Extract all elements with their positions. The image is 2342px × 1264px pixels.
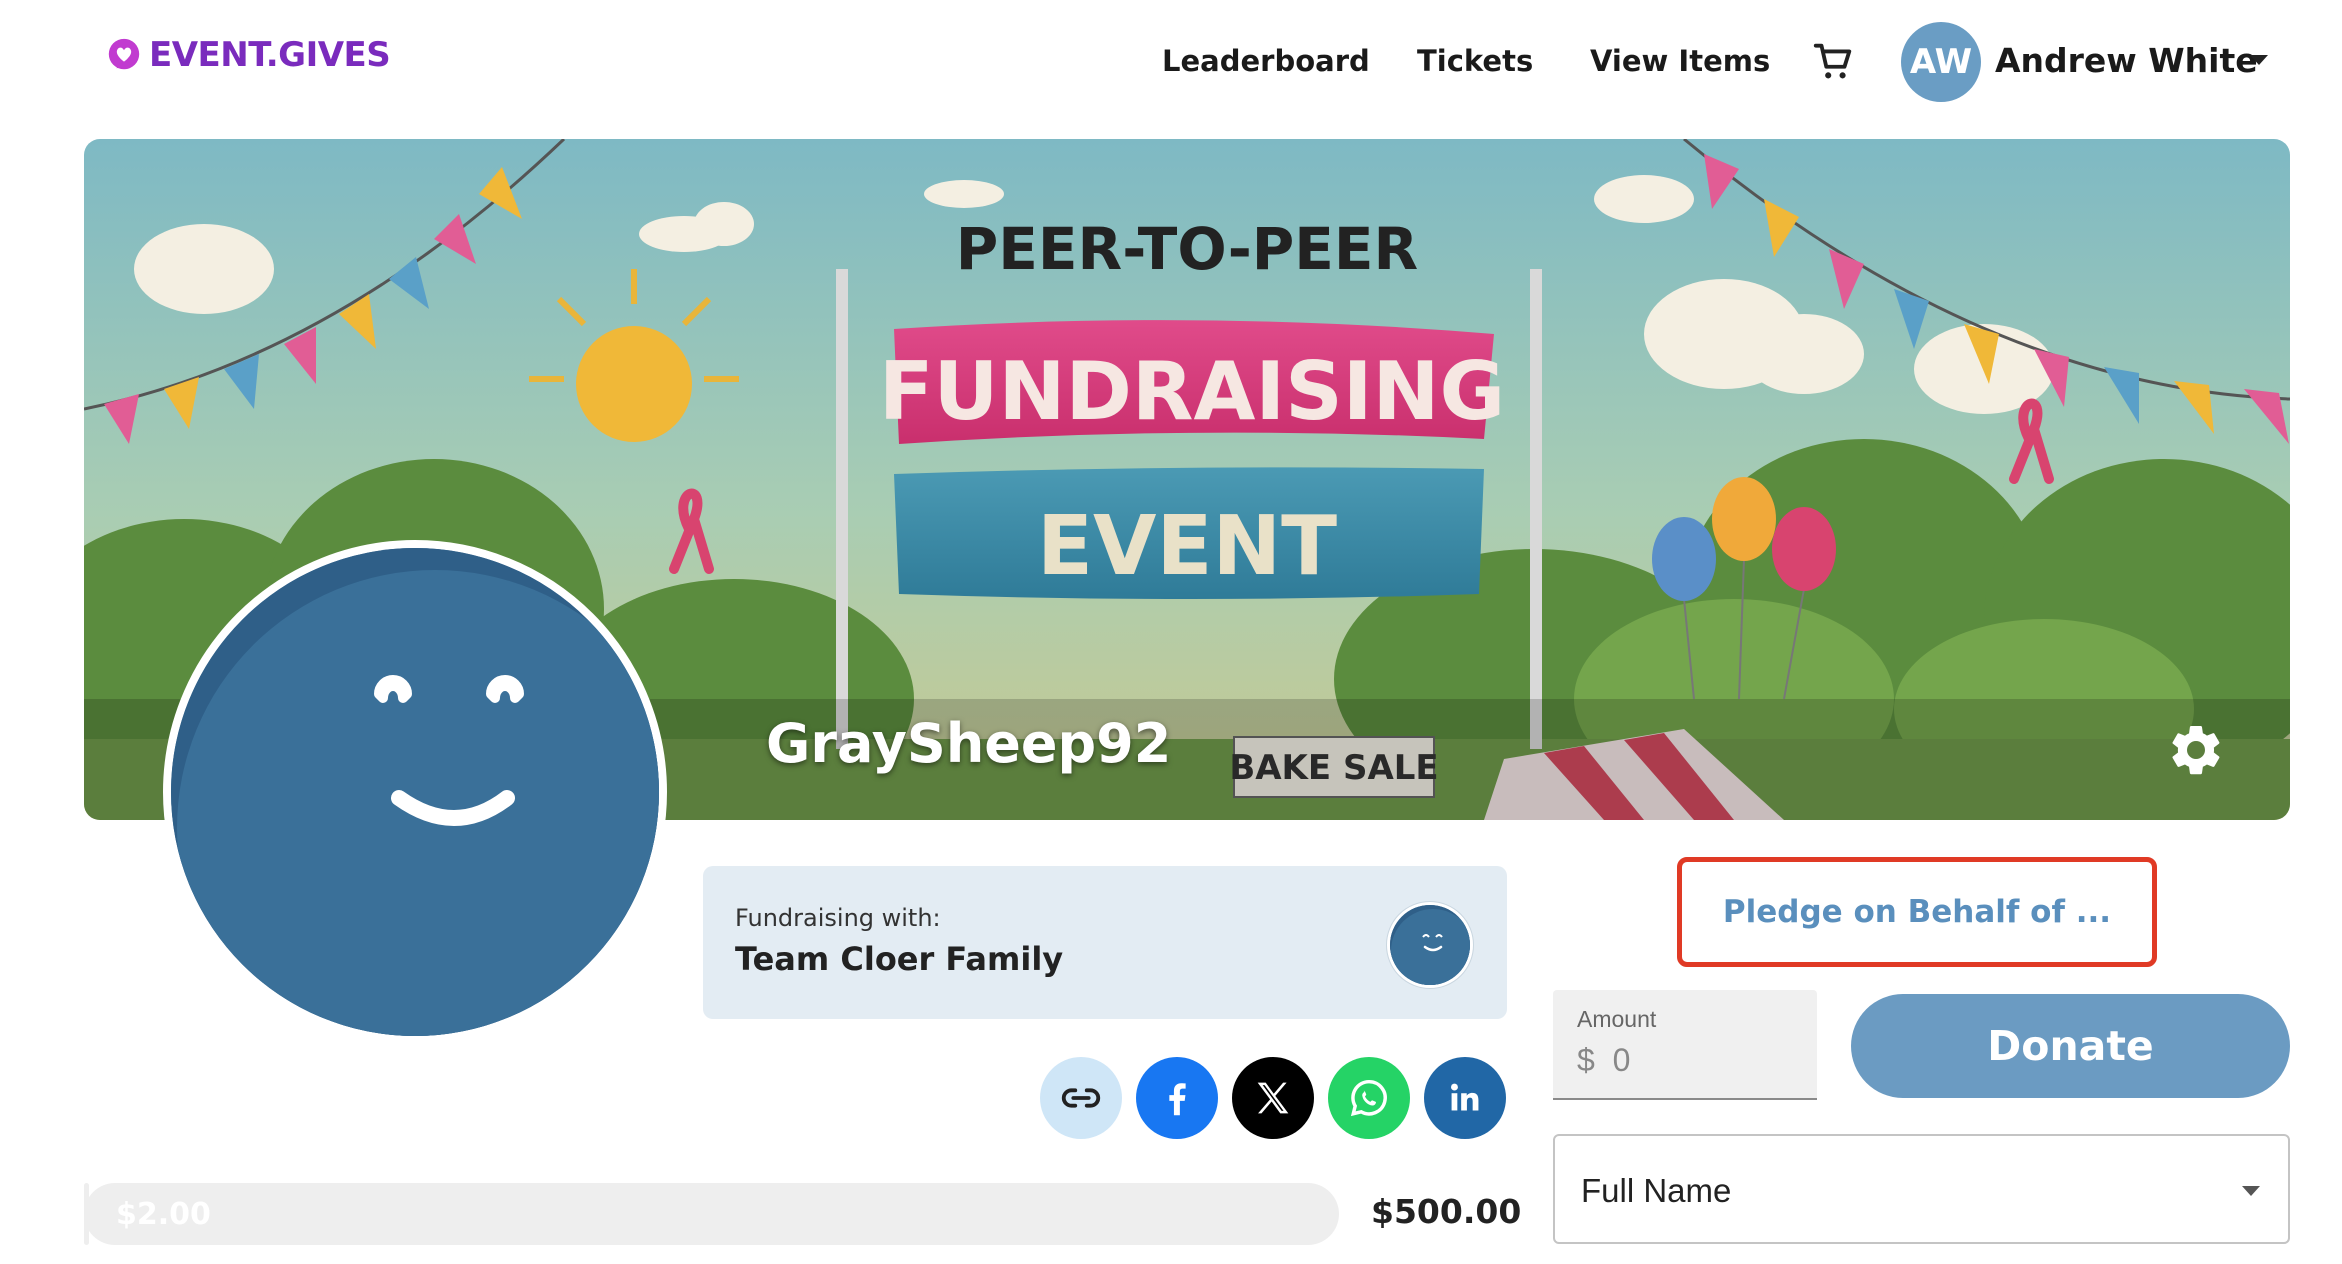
currency-symbol: $: [1577, 1042, 1595, 1078]
nav-view-items[interactable]: View Items: [1590, 44, 1770, 78]
team-name[interactable]: Team Cloer Family: [735, 940, 1063, 978]
event-gives-logo[interactable]: EVENT.GIVES: [105, 35, 391, 75]
chevron-down-icon: [2242, 1186, 2260, 1196]
copy-link-button[interactable]: [1040, 1057, 1122, 1139]
donate-button[interactable]: Donate: [1851, 994, 2290, 1098]
fundraiser-username: GraySheep92: [766, 712, 1172, 775]
share-x-button[interactable]: [1232, 1057, 1314, 1139]
team-avatar[interactable]: [1387, 902, 1473, 988]
share-facebook-button[interactable]: [1136, 1057, 1218, 1139]
team-card[interactable]: Fundraising with: Team Cloer Family: [703, 866, 1507, 1019]
full-name-select-value: Full Name: [1581, 1172, 1732, 1209]
pledge-on-behalf-label: Pledge on Behalf of ...: [1722, 894, 2112, 930]
amount-value: 0: [1612, 1042, 1631, 1078]
fundraising-goal: $500.00: [1371, 1192, 1522, 1231]
user-menu-caret-icon[interactable]: [2250, 55, 2268, 65]
full-name-select[interactable]: Full Name: [1553, 1134, 2290, 1244]
brand-name: EVENT.GIVES: [149, 35, 391, 75]
smiley-face-icon: [171, 548, 659, 1036]
share-whatsapp-button[interactable]: [1328, 1057, 1410, 1139]
x-icon: [1257, 1082, 1289, 1114]
heart-chat-icon: [108, 38, 140, 70]
fundraiser-avatar: [163, 540, 667, 1044]
linkedin-icon: [1451, 1083, 1479, 1111]
cart-icon[interactable]: [1810, 38, 1856, 84]
share-linkedin-button[interactable]: [1424, 1057, 1506, 1139]
amount-raised: $2.00: [116, 1197, 211, 1232]
donate-label: Donate: [1987, 1022, 2154, 1070]
progress-fill: [84, 1183, 90, 1245]
pledge-on-behalf-button[interactable]: Pledge on Behalf of ...: [1677, 857, 2157, 967]
nav-tickets[interactable]: Tickets: [1417, 44, 1533, 78]
banner-line-2: FUNDRAISING: [879, 345, 1505, 438]
fundraising-progress-bar: $2.00: [84, 1183, 1339, 1245]
amount-field[interactable]: Amount $ 0: [1553, 990, 1817, 1100]
banner-line-1: PEER-TO-PEER: [956, 215, 1418, 283]
user-avatar[interactable]: AW: [1901, 22, 1981, 102]
whatsapp-icon: [1350, 1079, 1387, 1117]
facebook-icon: [1169, 1083, 1186, 1116]
amount-input[interactable]: $ 0: [1577, 1042, 1630, 1079]
smiley-face-icon: [1390, 905, 1470, 985]
user-name[interactable]: Andrew White: [1995, 41, 2258, 80]
link-icon: [1061, 1088, 1101, 1108]
gear-icon[interactable]: [2166, 720, 2226, 780]
amount-label: Amount: [1577, 1006, 1657, 1032]
nav-leaderboard[interactable]: Leaderboard: [1162, 44, 1370, 78]
team-label: Fundraising with:: [735, 904, 941, 932]
top-navbar: EVENT.GIVES Leaderboard Tickets View Ite…: [0, 0, 2342, 125]
banner-line-3: EVENT: [1037, 499, 1337, 594]
